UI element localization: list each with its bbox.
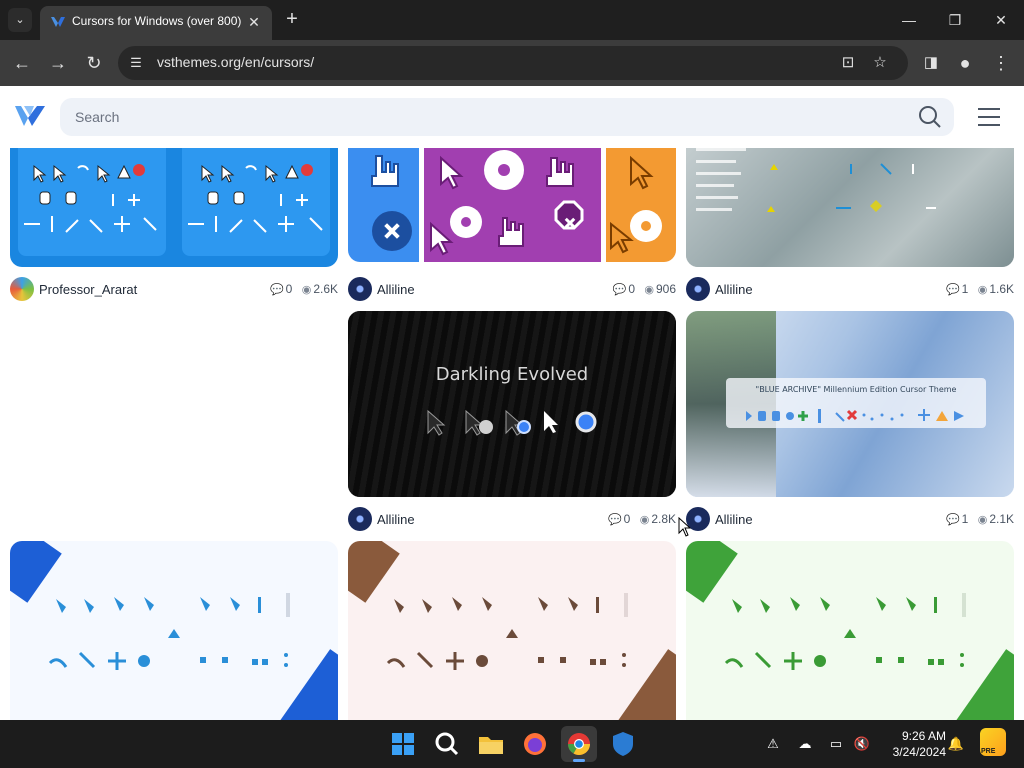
view-count: 906 — [655, 282, 676, 296]
view-count: 1.6K — [989, 282, 1014, 296]
eye-icon: ◉ — [639, 514, 650, 526]
comment-count: 0 — [285, 282, 293, 296]
comment-count: 0 — [623, 512, 631, 526]
search-taskbar-icon[interactable] — [431, 728, 463, 760]
copilot-icon[interactable]: PRE — [980, 728, 1006, 756]
card-image[interactable] — [10, 541, 338, 720]
avatar[interactable] — [348, 507, 372, 531]
mouse-pointer-icon — [678, 517, 692, 537]
view-count: 2.1K — [989, 512, 1014, 526]
browser-menu-icon[interactable]: ⋮ — [988, 50, 1014, 76]
windows-start-icon[interactable] — [387, 728, 419, 760]
view-count: 2.8K — [651, 512, 676, 526]
vsthemes-logo[interactable] — [14, 102, 46, 130]
minimize-button[interactable]: — — [886, 0, 932, 40]
card-stats: 💬 0 ◉ 2.6K — [270, 282, 338, 296]
card-image[interactable] — [10, 148, 338, 267]
eye-icon: ◉ — [977, 284, 988, 296]
author-name[interactable]: Alliline — [377, 282, 415, 297]
comment-count: 1 — [961, 282, 969, 296]
comment-icon: 💬 — [612, 284, 627, 296]
close-window-button[interactable]: ✕ — [978, 0, 1024, 40]
install-app-icon[interactable]: ⊡ — [838, 53, 858, 73]
tab-cursors[interactable]: Cursors for Windows (over 800) ✕ — [40, 6, 272, 40]
vsthemes-favicon-icon — [51, 17, 65, 27]
comment-icon: 💬 — [945, 284, 960, 296]
avatar[interactable] — [686, 277, 710, 301]
firefox-icon[interactable] — [519, 728, 551, 760]
avatar[interactable] — [10, 277, 34, 301]
side-panel-icon[interactable]: ◨ — [918, 50, 944, 76]
eye-icon: ◉ — [644, 284, 654, 296]
card-image[interactable] — [348, 541, 676, 720]
volume-muted-icon[interactable]: 🔇 — [852, 734, 872, 754]
card-meta: Alliline 💬 0 ◉ 906 — [348, 277, 676, 303]
card-meta: Alliline 💬 0 ◉ 2.8K — [348, 507, 676, 533]
system-clock[interactable]: 9:26 AM 3/24/2024 — [880, 728, 946, 760]
security-warning-icon[interactable]: ⚠ — [763, 734, 783, 754]
eye-icon: ◉ — [301, 284, 312, 296]
clock-date: 3/24/2024 — [892, 745, 946, 759]
author-name[interactable]: Professor_Ararat — [39, 282, 137, 297]
comment-icon: 💬 — [607, 514, 622, 526]
card-image[interactable]: "BLUE ARCHIVE" Millennium Edition Cursor… — [686, 311, 1014, 497]
windows-taskbar: ⚠ ☁ ▭ 🔇 9:26 AM 3/24/2024 🔔 PRE — [0, 720, 1024, 768]
reload-button[interactable]: ↻ — [81, 50, 107, 76]
copilot-badge: PRE — [981, 748, 996, 755]
card-stats: 💬 0 ◉ 2.8K — [608, 512, 676, 526]
notification-bell-icon[interactable]: 🔔 — [946, 734, 966, 754]
card-stats: 💬 1 ◉ 1.6K — [946, 282, 1014, 296]
file-explorer-icon[interactable] — [475, 728, 507, 760]
cursor-grid: Professor_Ararat 💬 0 ◉ 2.6K Alliline 💬 0 ◉ 9… — [0, 148, 1024, 720]
site-header: Search — [0, 86, 1024, 148]
search-input[interactable]: Search — [60, 98, 954, 136]
avatar[interactable] — [348, 277, 372, 301]
cloud-icon[interactable]: ☁ — [795, 734, 815, 754]
card-meta: Alliline 💬 1 ◉ 1.6K — [686, 277, 1014, 303]
new-tab-button[interactable]: + — [280, 8, 304, 32]
card-image[interactable] — [686, 148, 1014, 267]
eye-icon: ◉ — [977, 514, 988, 526]
comment-count: 1 — [961, 512, 969, 526]
search-placeholder: Search — [75, 109, 120, 125]
view-count: 2.6K — [313, 282, 338, 296]
card-meta: Alliline 💬 1 ◉ 2.1K — [686, 507, 1014, 533]
screen: ⌄ Cursors for Windows (over 800) ✕ + — ❐… — [0, 0, 1024, 768]
forward-button[interactable]: → — [45, 50, 71, 76]
browser-tab-strip: ⌄ Cursors for Windows (over 800) ✕ + — ❐… — [0, 0, 1024, 40]
card-stats: 💬 1 ◉ 2.1K — [946, 512, 1014, 526]
card-stats: 💬 0 ◉ 906 — [613, 282, 676, 296]
comment-count: 0 — [628, 282, 636, 296]
url-text: vsthemes.org/en/cursors/ — [157, 54, 315, 70]
author-name[interactable]: Alliline — [715, 282, 753, 297]
comment-icon: 💬 — [945, 514, 960, 526]
profile-icon[interactable]: ● — [952, 50, 978, 76]
chrome-icon — [568, 733, 590, 755]
display-icon[interactable]: ▭ — [826, 734, 846, 754]
hamburger-menu-icon[interactable] — [976, 106, 1002, 128]
search-icon[interactable] — [918, 105, 942, 129]
author-name[interactable]: Alliline — [377, 512, 415, 527]
card-image[interactable] — [348, 148, 676, 262]
card-image[interactable]: Darkling Evolved — [348, 311, 676, 497]
clock-time: 9:26 AM — [901, 729, 946, 743]
bookmark-star-icon[interactable]: ☆ — [870, 53, 890, 73]
author-name[interactable]: Alliline — [715, 512, 753, 527]
comment-icon: 💬 — [269, 284, 284, 296]
chrome-taskbar-active[interactable] — [561, 726, 597, 762]
maximize-button[interactable]: ❐ — [932, 0, 978, 40]
back-button[interactable]: ← — [9, 50, 35, 76]
windows-security-icon[interactable] — [607, 728, 639, 760]
tab-title: Cursors for Windows (over 800) — [72, 14, 242, 28]
card-image[interactable] — [686, 541, 1014, 720]
address-bar[interactable]: ☰ vsthemes.org/en/cursors/ ⊡ ☆ — [118, 46, 908, 80]
browser-toolbar: ← → ↻ ☰ vsthemes.org/en/cursors/ ⊡ ☆ ◨ ●… — [0, 40, 1024, 86]
card-meta: Professor_Ararat 💬 0 ◉ 2.6K — [10, 277, 338, 303]
tab-close-icon[interactable]: ✕ — [244, 12, 264, 32]
tab-search-button[interactable]: ⌄ — [8, 8, 32, 32]
site-info-icon[interactable]: ☰ — [126, 53, 146, 73]
